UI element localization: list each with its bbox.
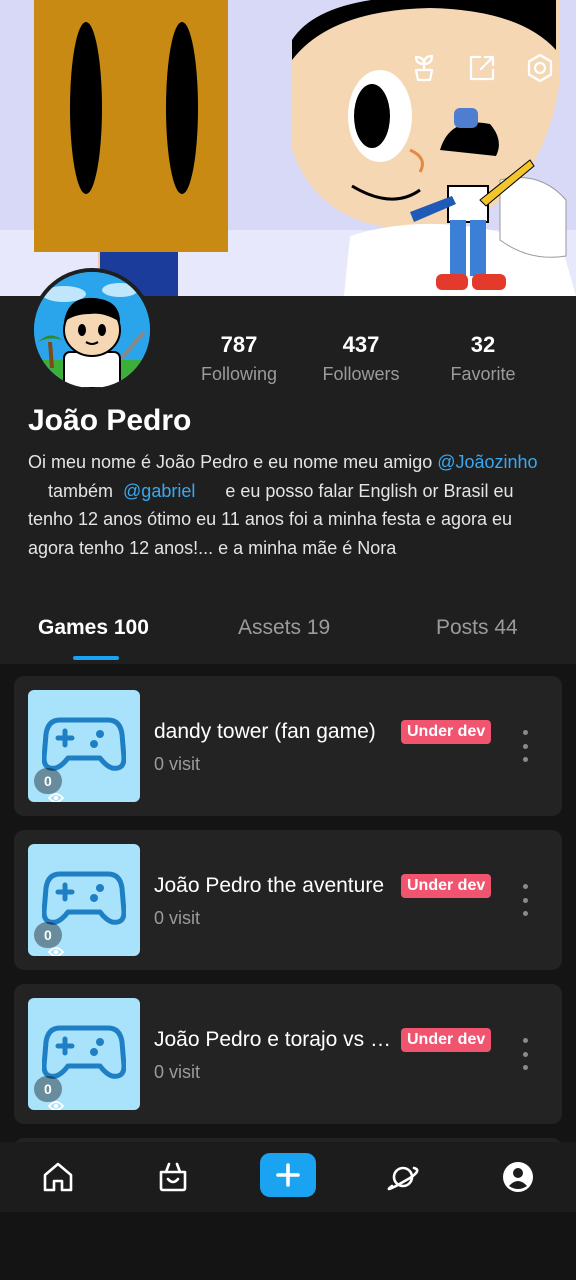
game-card[interactable]: 0 João Pedro e torajo vs mario 0 visit U… [14,984,562,1124]
status-badge: Under dev [401,874,492,898]
eye-icon [48,1101,64,1110]
view-count: 0 [34,768,64,802]
stat-value: 32 [470,332,496,357]
profile-banner [0,0,576,296]
view-count-value: 0 [44,773,52,789]
stat-favorite[interactable]: 32 Favorite [422,332,544,385]
profile-bio: Oi meu nome é João Pedro e eu nome meu a… [28,448,558,562]
view-count: 0 [34,922,64,956]
profile-section: 787 Following 437 Followers 32 Favorite … [0,268,576,664]
stat-value: 437 [342,332,380,357]
system-bar-area [0,1212,576,1280]
avatar-image [34,272,150,388]
view-count: 0 [34,1076,64,1110]
tab-assets[interactable]: Assets 19 [238,616,330,640]
planet-icon[interactable] [381,1155,425,1199]
stat-label: Favorite [450,364,516,384]
game-title: dandy tower (fan game) [154,720,376,743]
game-visits: 0 visit [154,1062,201,1082]
bio-text: Oi meu nome é João Pedro e eu nome meu a… [28,452,438,472]
tab-games[interactable]: Games 100 [38,616,149,640]
view-count-value: 0 [44,1081,52,1097]
eye-icon [48,793,64,802]
status-badge: Under dev [401,720,492,744]
status-badge: Under dev [401,1028,492,1052]
view-count-value: 0 [44,927,52,943]
stat-following[interactable]: 787 Following [178,332,300,385]
create-button[interactable] [260,1153,316,1197]
more-options-icon[interactable] [518,730,532,762]
tab-posts[interactable]: Posts 44 [436,616,518,640]
more-options-icon[interactable] [518,1038,532,1070]
plant-icon[interactable] [406,50,442,86]
gamepad-icon [42,1025,126,1079]
stat-label: Following [200,364,278,384]
game-card[interactable]: 0 dandy tower (fan game) 0 visit Under d… [14,676,562,816]
banner-artwork [0,0,576,296]
game-thumbnail[interactable]: 0 [28,998,140,1110]
game-visits: 0 visit [154,908,201,928]
bio-text: também [28,480,124,501]
active-tab-indicator [73,656,119,660]
profile-stats: 787 Following 437 Followers 32 Favorite [178,332,558,385]
game-visits: 0 visit [154,754,201,774]
stat-label: Followers [322,364,400,384]
home-icon[interactable] [36,1155,80,1199]
shop-icon[interactable] [151,1155,195,1199]
create-icon [276,1163,300,1187]
game-thumbnail[interactable]: 0 [28,690,140,802]
gamepad-icon [42,717,126,771]
stat-value: 787 [220,332,258,357]
games-list: 0 dandy tower (fan game) 0 visit Under d… [0,664,576,1144]
bottom-navigation [0,1142,576,1212]
profile-name: João Pedro [28,404,192,437]
gamepad-icon [42,871,126,925]
game-title: João Pedro e torajo vs mario [154,1028,394,1051]
game-card[interactable]: 0 João Pedro the aventure 0 visit Under … [14,830,562,970]
profile-tabs: Games 100 Assets 19 Posts 44 [0,616,576,664]
game-thumbnail[interactable]: 0 [28,844,140,956]
more-options-icon[interactable] [518,884,532,916]
mention-link[interactable]: @gabriel [123,481,195,501]
eye-icon [48,947,64,956]
stat-followers[interactable]: 437 Followers [300,332,422,385]
avatar[interactable] [30,268,154,392]
settings-icon[interactable] [522,50,558,86]
profile-icon[interactable] [496,1155,540,1199]
share-icon[interactable] [464,50,500,86]
mention-link[interactable]: @Joãozinho [437,452,537,472]
game-title: João Pedro the aventure [154,874,384,897]
